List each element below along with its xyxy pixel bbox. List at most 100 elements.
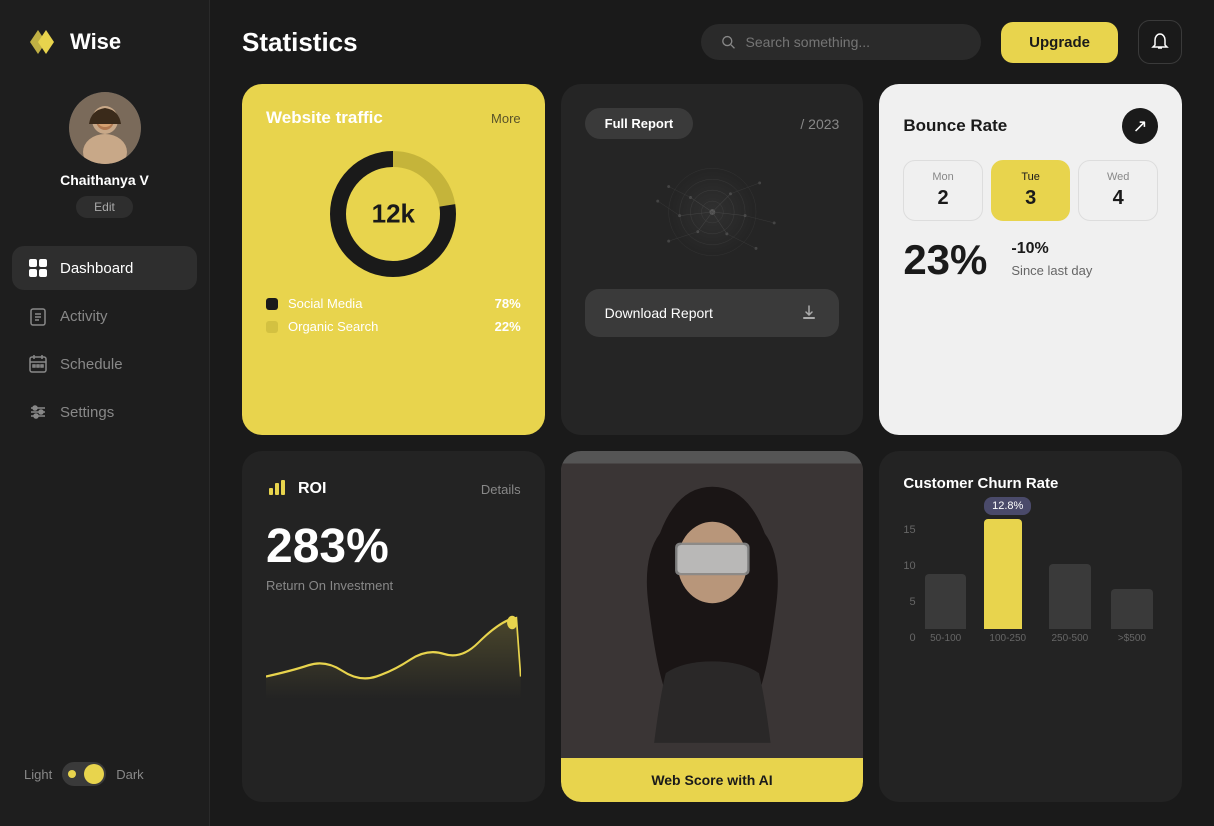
y-10: 10: [903, 560, 915, 572]
header: Statistics Upgrade: [210, 0, 1214, 84]
legend-item-organic: Organic Search 22%: [266, 319, 521, 334]
sidebar: Wise Chaithanya V Edit: [0, 0, 210, 826]
sidebar-item-label: Settings: [60, 404, 114, 421]
donut-center-value: 12k: [372, 199, 415, 230]
bar-500plus: [1111, 589, 1153, 629]
report-tab: Full Report: [585, 108, 694, 139]
roi-details-link[interactable]: Details: [481, 482, 521, 497]
churn-bars: 50-100 12.8% 100-250 250-500: [920, 524, 1158, 644]
churn-bar-250-500: 250-500: [1044, 564, 1096, 644]
churn-rate-card: Customer Churn Rate 15 10 5 0 50-100: [879, 451, 1182, 802]
roi-line-chart: [266, 609, 521, 699]
sidebar-item-settings[interactable]: Settings: [12, 390, 197, 434]
sidebar-item-dashboard[interactable]: Dashboard: [12, 246, 197, 290]
legend-dot-organic: [266, 321, 278, 333]
bar-label-500plus: >$500: [1118, 633, 1146, 644]
schedule-icon: [28, 354, 48, 374]
edit-profile-button[interactable]: Edit: [76, 196, 133, 218]
churn-bar-100-250: 12.8% 100-250: [982, 497, 1034, 644]
avatar-image: [69, 92, 141, 164]
bar-100-250: [984, 519, 1022, 629]
day-tue-label: Tue: [1000, 171, 1062, 183]
main-content: Statistics Upgrade Website traffic More: [210, 0, 1214, 826]
traffic-legend: Social Media 78% Organic Search 22%: [266, 296, 521, 334]
network-pattern: [585, 147, 840, 277]
sidebar-item-label: Activity: [60, 308, 108, 325]
logo-area: Wise: [0, 24, 209, 92]
roi-title: ROI: [298, 480, 326, 498]
y-5: 5: [903, 596, 915, 608]
theme-toggle-switch[interactable]: [62, 762, 106, 786]
bounce-arrow-button[interactable]: ↗: [1122, 108, 1158, 144]
day-mon-label: Mon: [912, 171, 974, 183]
bar-label-50-100: 50-100: [930, 633, 961, 644]
bounce-change: -10% Since last day: [1011, 237, 1092, 281]
sidebar-item-activity[interactable]: Activity: [12, 294, 197, 338]
roi-header: ROI Details: [266, 475, 521, 503]
bar-chart-icon: [266, 475, 288, 497]
legend-item-social: Social Media 78%: [266, 296, 521, 311]
search-bar: [701, 24, 981, 60]
ai-image-card: Web Score with AI: [561, 451, 864, 802]
bounce-stats: 23% -10% Since last day: [903, 237, 1158, 281]
ai-portrait-svg: [561, 451, 864, 802]
day-wed-button[interactable]: Wed 4: [1078, 160, 1158, 221]
sidebar-item-schedule[interactable]: Schedule: [12, 342, 197, 386]
day-wed-num: 4: [1087, 187, 1149, 210]
donut-chart: 12k: [266, 144, 521, 284]
dark-label: Dark: [116, 767, 143, 782]
full-report-card: Full Report / 2023: [561, 84, 864, 435]
roi-chart: [266, 609, 521, 689]
bar-label-100-250: 100-250: [989, 633, 1026, 644]
bounce-change-label: Since last day: [1011, 263, 1092, 278]
churn-bar-500plus: >$500: [1106, 589, 1158, 644]
dashboard-icon: [28, 258, 48, 278]
legend-value-organic: 22%: [495, 319, 521, 334]
day-mon-button[interactable]: Mon 2: [903, 160, 983, 221]
bounce-rate-card: Bounce Rate ↗ Mon 2 Tue 3 Wed 4 23%: [879, 84, 1182, 435]
bar-label-250-500: 250-500: [1052, 633, 1089, 644]
user-section: Chaithanya V Edit: [0, 92, 209, 246]
roi-chart-icon: [266, 475, 288, 503]
churn-chart-container: 15 10 5 0 50-100 12.8%: [903, 508, 1158, 668]
bounce-card-header: Bounce Rate ↗: [903, 108, 1158, 144]
roi-subtitle: Return On Investment: [266, 578, 521, 593]
bell-icon: [1150, 32, 1170, 52]
roi-value: 283%: [266, 519, 521, 574]
churn-y-axis: 15 10 5 0: [903, 524, 919, 644]
churn-title: Customer Churn Rate: [903, 475, 1158, 492]
roi-card: ROI Details 283% Return On Investment: [242, 451, 545, 802]
bar-50-100: [925, 574, 967, 629]
toggle-thumb: [84, 764, 104, 784]
avatar: [69, 92, 141, 164]
theme-toggle: Light Dark: [0, 746, 209, 802]
activity-icon: [28, 306, 48, 326]
nav-menu: Dashboard Activity: [0, 246, 209, 746]
day-selector: Mon 2 Tue 3 Wed 4: [903, 160, 1158, 221]
roi-title-group: ROI: [266, 475, 326, 503]
report-year: / 2023: [800, 116, 839, 132]
bounce-title: Bounce Rate: [903, 116, 1007, 136]
legend-dot-social: [266, 298, 278, 310]
network-svg: [585, 147, 840, 277]
dashboard-grid: Website traffic More 12k Social Media 78…: [210, 84, 1214, 826]
legend-label-social: Social Media: [288, 296, 485, 311]
day-tue-num: 3: [1000, 187, 1062, 210]
day-tue-button[interactable]: Tue 3: [991, 160, 1071, 221]
y-15: 15: [903, 524, 915, 536]
churn-tooltip: 12.8%: [984, 497, 1031, 515]
day-mon-num: 2: [912, 187, 974, 210]
day-wed-label: Wed: [1087, 171, 1149, 183]
sidebar-item-label: Schedule: [60, 356, 123, 373]
bounce-change-value: -10%: [1011, 237, 1092, 261]
download-icon: [799, 303, 819, 323]
page-title: Statistics: [242, 27, 681, 58]
wise-logo-icon: [24, 24, 60, 60]
download-report-button[interactable]: Download Report: [585, 289, 840, 337]
notification-bell-button[interactable]: [1138, 20, 1182, 64]
bar-250-500: [1049, 564, 1091, 629]
bounce-percent: 23%: [903, 239, 987, 281]
search-input[interactable]: [746, 34, 962, 50]
traffic-more-link[interactable]: More: [491, 111, 521, 126]
upgrade-button[interactable]: Upgrade: [1001, 22, 1118, 63]
